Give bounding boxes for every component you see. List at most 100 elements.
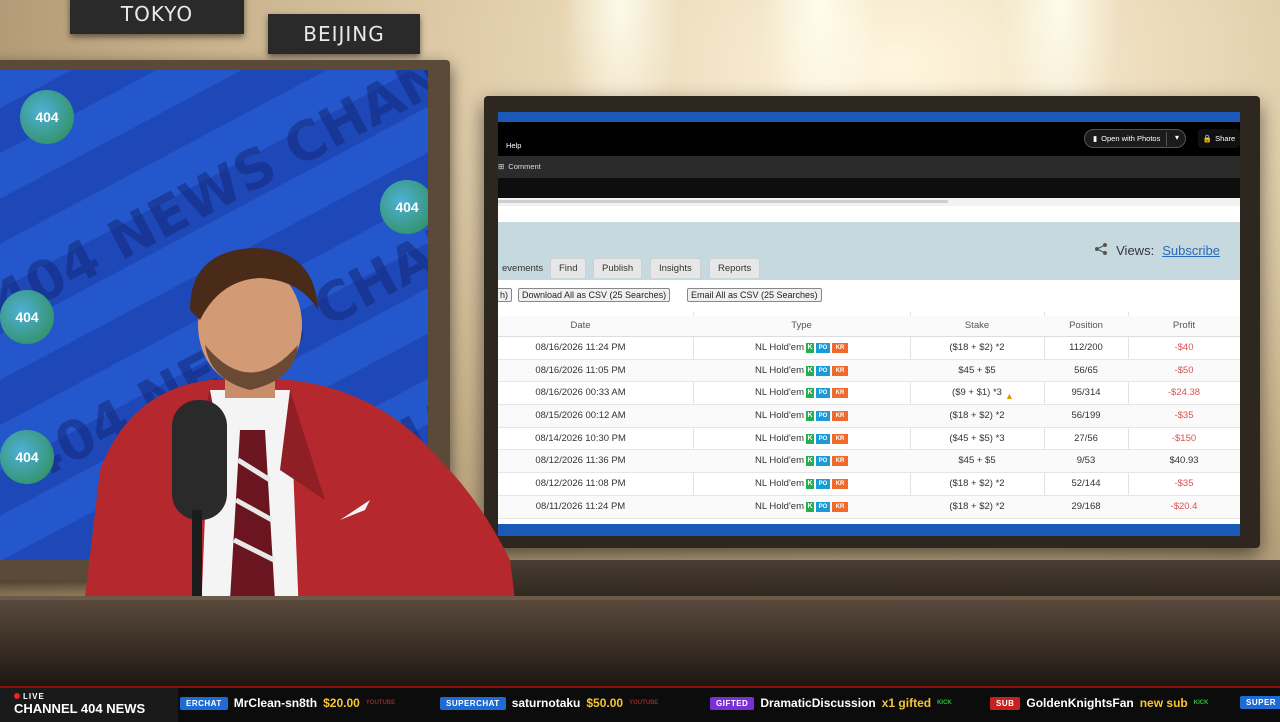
- globe-logo-icon: 404: [0, 430, 54, 484]
- comment-icon: ⊞: [498, 162, 505, 171]
- site-logo-icon: KR: [831, 388, 848, 399]
- open-with-photos-label: Open with Photos: [1101, 134, 1161, 143]
- table-row[interactable]: 08/12/2026 11:08 PM NL Hold'em K PO KR ($18 +…: [498, 473, 1240, 496]
- cell-stake: ($18 + $2) *2: [949, 410, 1005, 422]
- cell-stake: $45 + $5: [958, 364, 996, 376]
- table-row[interactable]: 08/12/2026 11:36 PM NL Hold'em K PO KR $45 + …: [498, 450, 1240, 474]
- site-logo-icon: KR: [831, 478, 848, 489]
- ticker-username: GoldenKnightsFan: [1026, 696, 1134, 710]
- chevron-down-icon[interactable]: ▾: [1175, 133, 1179, 142]
- game-type-label: NL Hold'em: [755, 387, 804, 399]
- table-row[interactable]: 08/15/2026 00:12 AM NL Hold'em K PO KR ($18 +…: [498, 405, 1240, 428]
- game-type-label: NL Hold'em: [755, 455, 804, 467]
- site-logo-icon: KR: [831, 365, 848, 376]
- site-logo-icon: PO: [815, 388, 830, 399]
- ticker-item: SUPER: [1240, 696, 1280, 709]
- monitor-screen: Help ▮ Open with Photos ▾ 🔒 Share ⊞ Comm…: [498, 112, 1240, 536]
- table-row[interactable]: 08/16/2026 11:05 PM NL Hold'em K PO KR $45 + …: [498, 359, 1240, 383]
- ticker-item: ERCHAT MrClean-sn8th $20.00 YOUTUBE: [180, 696, 395, 710]
- cell-position: 52/144: [1071, 478, 1101, 490]
- share-label: Share: [1215, 134, 1236, 143]
- download-csv-button[interactable]: Download All as CSV (25 Searches): [518, 288, 671, 302]
- table-row[interactable]: 08/16/2026 11:24 PM NL Hold'em K PO KR ($18 +…: [498, 337, 1240, 360]
- cell-type: NL Hold'em K PO KR: [693, 360, 910, 382]
- cell-position: 29/168: [1071, 500, 1101, 512]
- horizontal-scrollbar[interactable]: [498, 200, 948, 203]
- site-logo-icon: PO: [815, 433, 830, 444]
- ticker-amount: new sub: [1139, 696, 1188, 710]
- site-logo-icon: K: [805, 388, 814, 399]
- table-body: 08/16/2026 11:24 PM NL Hold'em K PO KR ($18 +…: [498, 337, 1240, 519]
- share-icon[interactable]: [1094, 242, 1108, 259]
- lock-icon: 🔒: [1202, 134, 1213, 143]
- site-logo-icon: K: [805, 478, 814, 489]
- site-logo-icon: PO: [815, 342, 830, 353]
- tab-reports[interactable]: Reports: [709, 258, 761, 278]
- game-type-label: NL Hold'em: [755, 342, 804, 353]
- share-button[interactable]: 🔒 Share: [1198, 129, 1240, 148]
- column-header-stake[interactable]: Stake: [910, 316, 1044, 336]
- site-logo-icon: K: [805, 365, 814, 376]
- cell-stake: $45 + $5: [958, 455, 996, 467]
- cell-position: 56/199: [1071, 410, 1101, 422]
- open-with-photos-button[interactable]: ▮ Open with Photos ▾: [1084, 129, 1186, 148]
- site-logo-icon: K: [805, 342, 814, 353]
- cell-type: NL Hold'em K PO KR: [693, 382, 910, 404]
- table-row[interactable]: 08/14/2026 10:30 PM NL Hold'em K PO KR ($45 +…: [498, 428, 1240, 451]
- site-logo-icon: KR: [831, 433, 848, 444]
- cell-stake: ($45 + $5) *3: [949, 432, 1005, 444]
- cell-type: NL Hold'em K PO KR: [693, 496, 910, 518]
- results-table: Date Type Stake Position Profit 08/16/20…: [498, 316, 1240, 519]
- site-logo-icon: PO: [815, 365, 830, 376]
- cell-type: NL Hold'em K PO KR: [693, 405, 910, 427]
- help-menu[interactable]: Help: [506, 141, 521, 150]
- ticker-amount: x1 gifted: [881, 696, 932, 710]
- site-logo-icon: KR: [831, 342, 848, 353]
- site-logo-icon: PO: [815, 410, 830, 421]
- site-logo-icon: K: [805, 456, 814, 467]
- cell-stake: ($18 + $2) *2: [949, 500, 1005, 512]
- ticker-amount: $20.00: [323, 696, 360, 710]
- tab-insights[interactable]: Insights: [650, 258, 701, 278]
- window-accent-bar: [498, 112, 1240, 122]
- comment-button[interactable]: ⊞ Comment: [498, 162, 541, 171]
- globe-logo-icon: 404: [0, 290, 54, 344]
- ticker-tag: SUPERCHAT: [440, 696, 506, 710]
- table-row[interactable]: 08/16/2026 00:33 AM NL Hold'em K PO KR ($9 + …: [498, 382, 1240, 406]
- ticker-username: saturnotaku: [511, 696, 581, 710]
- email-csv-button[interactable]: Email All as CSV (25 Searches): [687, 288, 822, 302]
- table-row[interactable]: 08/11/2026 11:24 PM NL Hold'em K PO KR ($18 +…: [498, 495, 1240, 519]
- cell-profit: $40.93: [1169, 455, 1199, 467]
- globe-logo-icon: 404: [380, 180, 428, 234]
- cell-profit: -$35: [1174, 478, 1194, 490]
- command-bar: ⊞ Comment: [498, 156, 1240, 178]
- app-title-bar: Help ▮ Open with Photos ▾ 🔒 Share: [498, 122, 1240, 156]
- tab-publish[interactable]: Publish: [593, 258, 643, 278]
- cell-stake: ($18 + $2) *2: [949, 478, 1005, 490]
- site-logo-icon: KR: [831, 410, 848, 421]
- subscribe-link[interactable]: Subscribe: [1162, 243, 1220, 258]
- cell-profit: -$35: [1174, 410, 1194, 422]
- site-logo-icon: PO: [815, 456, 830, 467]
- ticker-tag: SUB: [990, 696, 1021, 710]
- site-logo-icon: K: [805, 501, 814, 512]
- ticker-tag: GIFTED: [710, 696, 755, 710]
- cell-type: NL Hold'em K PO KR: [693, 337, 910, 359]
- cell-position: 9/53: [1076, 455, 1096, 467]
- cell-position: 112/200: [1069, 342, 1103, 353]
- ticker-platform: KICK: [937, 700, 952, 706]
- game-type-label: NL Hold'em: [755, 364, 804, 376]
- tab-find[interactable]: Find: [550, 258, 587, 278]
- channel-name: CHANNEL 404 NEWS: [14, 701, 146, 716]
- live-dot-icon: [14, 693, 20, 699]
- window-bottom-bar: [498, 524, 1240, 536]
- tab-bar: evements Find Publish Insights Reports: [498, 258, 1240, 280]
- column-header-position[interactable]: Position: [1044, 316, 1128, 336]
- site-logo-icon: K: [805, 433, 814, 444]
- cell-stake: ($18 + $2) *2: [949, 342, 1005, 353]
- ticker-username: DramaticDiscussion: [760, 696, 876, 710]
- views-indicator: Views: Subscribe: [1094, 242, 1220, 259]
- news-presenter: [80, 248, 520, 640]
- column-header-type[interactable]: Type: [693, 316, 910, 336]
- column-header-profit[interactable]: Profit: [1128, 316, 1240, 336]
